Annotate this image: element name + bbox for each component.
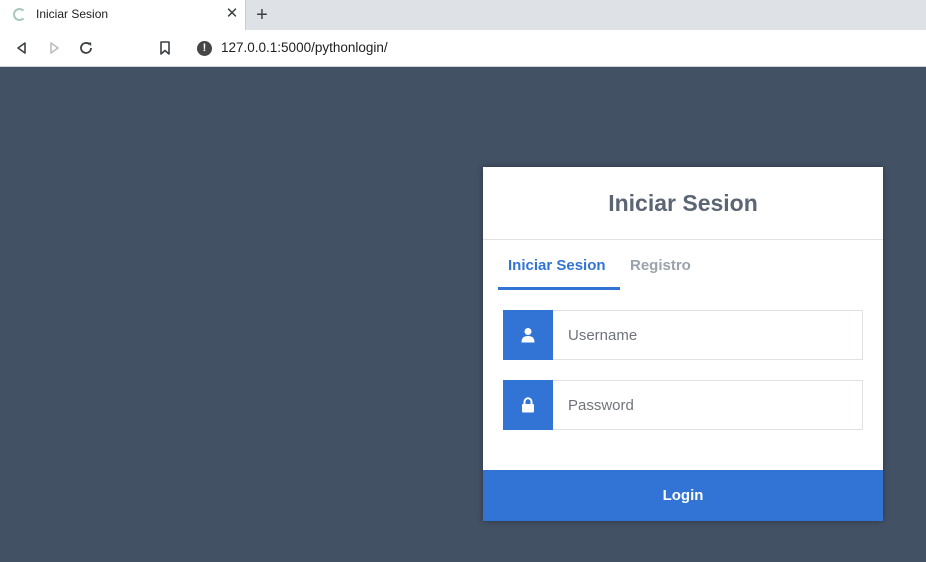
tab-close-icon[interactable]: ✕ <box>223 5 241 23</box>
tab-registro[interactable]: Registro <box>630 257 691 290</box>
lock-icon <box>503 380 553 430</box>
new-tab-button[interactable]: + <box>251 4 273 26</box>
card-header: Iniciar Sesion <box>483 167 883 240</box>
info-icon[interactable]: ! <box>197 41 212 56</box>
user-icon <box>503 310 553 360</box>
login-card: Iniciar Sesion Iniciar Sesion Registro L… <box>483 167 883 521</box>
password-input[interactable] <box>553 380 863 430</box>
reload-icon[interactable] <box>76 38 96 58</box>
browser-toolbar: ! 127.0.0.1:5000/pythonlogin/ <box>0 30 926 67</box>
url-text: 127.0.0.1:5000/pythonlogin/ <box>221 40 388 55</box>
browser-tab-strip: Iniciar Sesion ✕ + <box>0 0 926 30</box>
browser-tab[interactable]: Iniciar Sesion ✕ <box>0 0 246 30</box>
forward-arrow-icon[interactable] <box>44 38 64 58</box>
bookmark-icon[interactable] <box>155 38 175 58</box>
address-bar[interactable]: ! 127.0.0.1:5000/pythonlogin/ <box>187 34 926 63</box>
page-title: Iniciar Sesion <box>608 190 758 216</box>
back-arrow-icon[interactable] <box>12 38 32 58</box>
username-input[interactable] <box>553 310 863 360</box>
login-button[interactable]: Login <box>483 470 883 521</box>
tab-title: Iniciar Sesion <box>36 7 109 21</box>
loading-spinner-icon <box>13 8 26 21</box>
password-field <box>503 380 863 430</box>
username-field <box>503 310 863 360</box>
tab-iniciar-sesion[interactable]: Iniciar Sesion <box>498 257 620 290</box>
